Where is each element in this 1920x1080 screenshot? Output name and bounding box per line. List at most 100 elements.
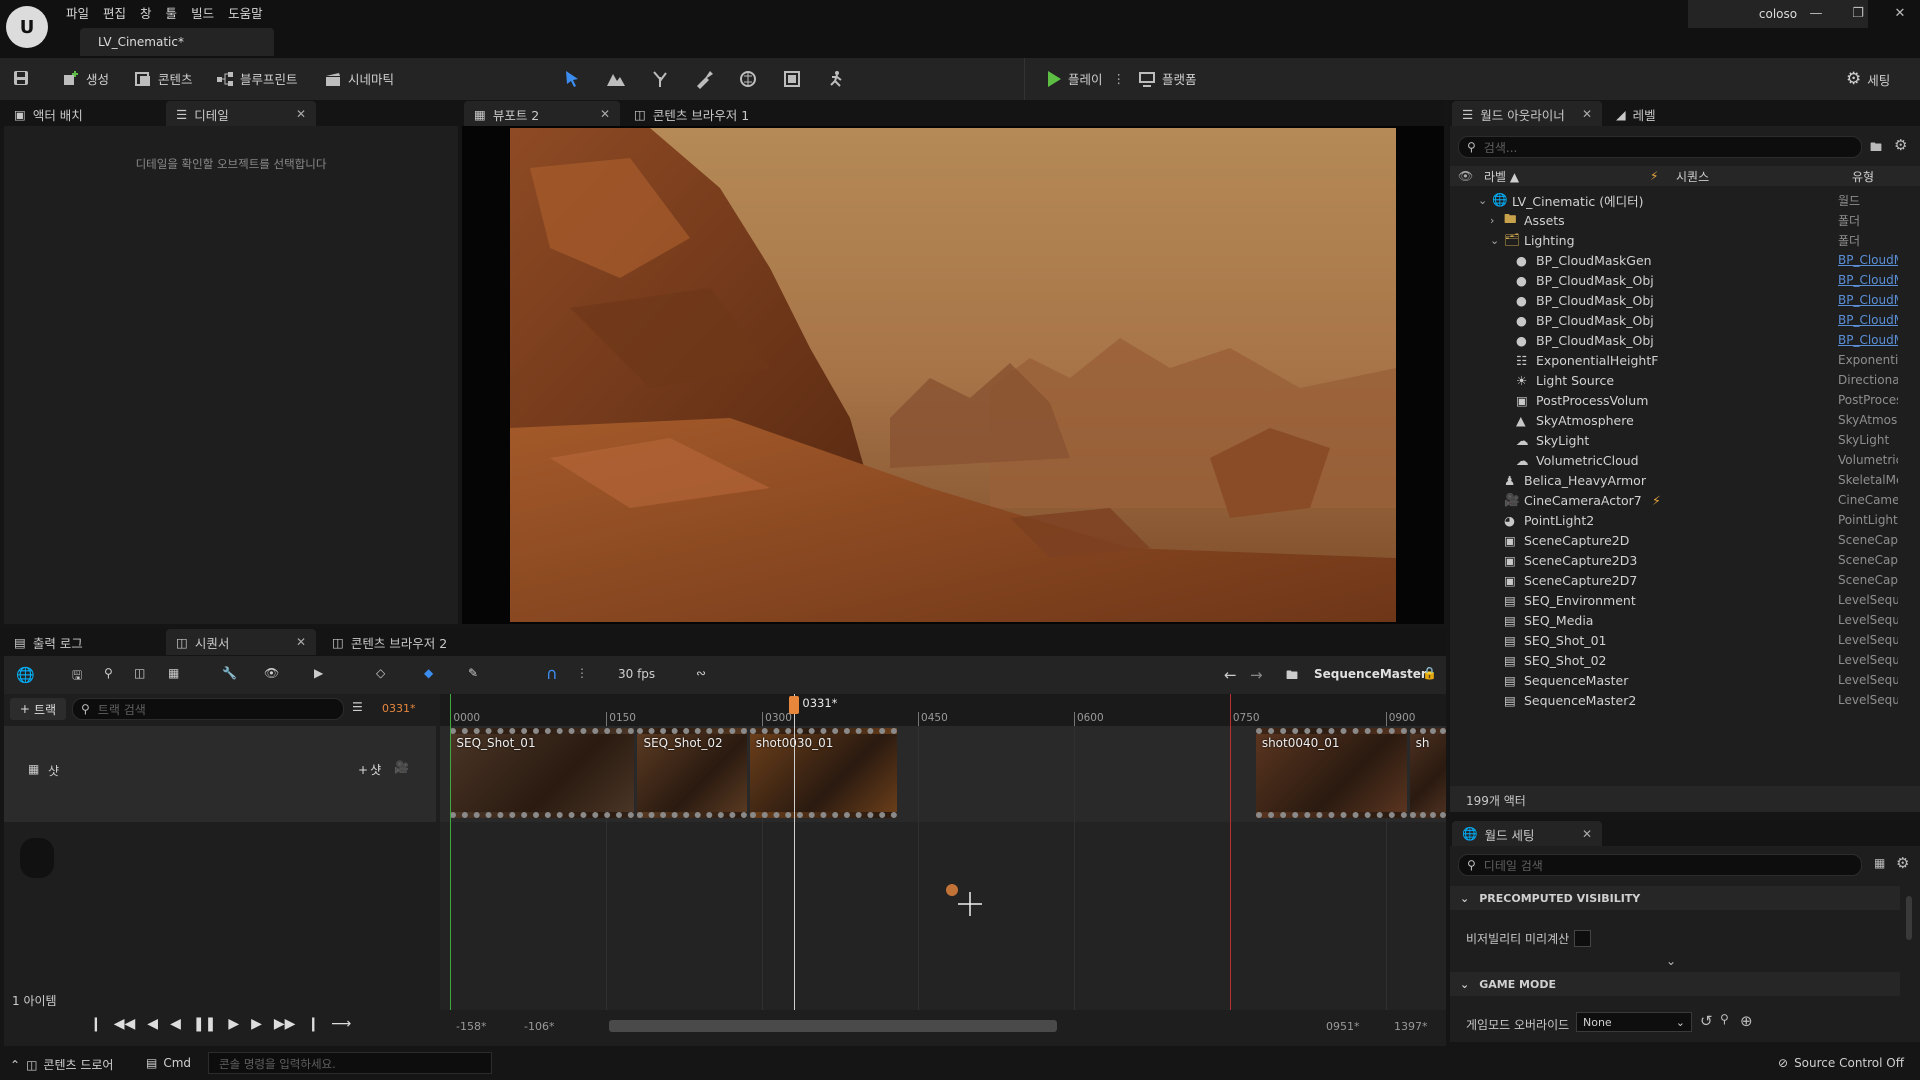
- tab-output-log[interactable]: ▤ 출력 로그: [4, 629, 164, 655]
- tab-place-actors[interactable]: ▣ 액터 배치: [4, 101, 164, 127]
- outliner-row[interactable]: ● BP_CloudMask_Obj BP_CloudM: [1450, 330, 1898, 350]
- outliner-row[interactable]: ▤ SEQ_Environment LevelSeque: [1450, 590, 1898, 610]
- forward-arrow-icon[interactable]: →: [1250, 666, 1263, 684]
- view-in-field[interactable]: -106*: [524, 1020, 554, 1033]
- outliner-row[interactable]: ◕ PointLight2 PointLight: [1450, 510, 1898, 530]
- level-document-tab[interactable]: LV_Cinematic*: [80, 28, 274, 56]
- outliner-row[interactable]: ☁ SkyLight SkyLight: [1450, 430, 1889, 450]
- animation-mode-icon[interactable]: [826, 69, 846, 89]
- wrench-icon[interactable]: 🔧: [222, 666, 242, 686]
- save-icon[interactable]: [12, 69, 30, 87]
- precompute-visibility-checkbox[interactable]: [1574, 930, 1591, 947]
- fracture-mode-icon[interactable]: [738, 69, 758, 89]
- playback-options-icon[interactable]: ▶: [314, 666, 334, 686]
- add-track-button[interactable]: + 트랙: [10, 698, 66, 720]
- cmd-button[interactable]: ▤ Cmd: [146, 1056, 191, 1070]
- col-type-header[interactable]: 유형: [1852, 168, 1874, 185]
- key-icon[interactable]: ◇: [376, 666, 396, 686]
- chevron-down-icon[interactable]: ⌄: [1478, 194, 1487, 207]
- outliner-item-type[interactable]: BP_CloudM: [1838, 253, 1898, 267]
- search-icon[interactable]: ⚲: [1720, 1012, 1729, 1026]
- menu-edit[interactable]: 편집: [103, 3, 140, 22]
- menu-file[interactable]: 파일: [66, 3, 103, 22]
- outliner-row[interactable]: ☁ VolumetricCloud Volumetric: [1450, 450, 1898, 470]
- user-name[interactable]: coloso: [1688, 0, 1868, 28]
- curve-editor-icon[interactable]: ∾: [696, 666, 716, 686]
- outliner-row[interactable]: ● BP_CloudMask_Obj BP_CloudM: [1450, 290, 1898, 310]
- end-range-marker[interactable]: [1229, 694, 1231, 1010]
- track-search-input[interactable]: ⚲ 트랙 검색: [72, 698, 344, 720]
- tab-levels[interactable]: ◢ 레벨: [1606, 101, 1686, 127]
- menu-tools[interactable]: 툴: [166, 3, 192, 22]
- browse-icon[interactable]: ↺: [1700, 1012, 1713, 1030]
- create-button[interactable]: 생성: [62, 69, 109, 88]
- outliner-row[interactable]: 🎥 CineCameraActor7 ⚡ CineCamer: [1450, 490, 1898, 510]
- outliner-item-type[interactable]: BP_CloudM: [1838, 293, 1898, 307]
- world-settings-scrollbar[interactable]: [1906, 896, 1912, 940]
- close-window-icon[interactable]: ✕: [1892, 6, 1908, 22]
- outliner-row[interactable]: ▤ SequenceMaster LevelSeque: [1450, 670, 1898, 690]
- unreal-logo[interactable]: U: [6, 6, 48, 48]
- outliner-row[interactable]: ● BP_CloudMask_Obj BP_CloudM: [1450, 270, 1898, 290]
- landscape-mode-icon[interactable]: [606, 69, 626, 89]
- game-mode-override-dropdown[interactable]: None ⌄: [1576, 1012, 1692, 1032]
- outliner-row[interactable]: ▣ SceneCapture2D3 SceneCapt: [1450, 550, 1898, 570]
- outliner-row[interactable]: ▲ SkyAtmosphere SkyAtmosp: [1450, 410, 1898, 430]
- shot-clip[interactable]: sh: [1409, 728, 1446, 818]
- platform-button[interactable]: 플랫폼: [1138, 69, 1197, 88]
- tab-content-browser-1[interactable]: ◫ 콘텐츠 브라우저 1: [624, 101, 804, 127]
- add-folder-icon[interactable]: 🖿: [1870, 138, 1882, 159]
- outliner-row[interactable]: ⌄ 🗂 Lighting 폴더: [1450, 230, 1860, 250]
- col-label-header[interactable]: 라벨 ▲: [1484, 168, 1519, 185]
- content-drawer-button[interactable]: ⌃ ◫ 콘텐츠 드로어: [10, 1056, 113, 1073]
- outliner-row[interactable]: ▣ SceneCapture2D SceneCapt: [1450, 530, 1898, 550]
- console-input[interactable]: 콘솔 명령을 입력하세요.: [208, 1052, 492, 1074]
- outliner-row[interactable]: ⌄ 🌐 LV_Cinematic (에디터) 월드: [1450, 190, 1860, 210]
- tab-content-browser-2[interactable]: ◫ 콘텐츠 브라우저 2: [322, 629, 502, 655]
- render-movie-icon[interactable]: ▦: [168, 666, 188, 686]
- play-options-icon[interactable]: ⋮: [1113, 71, 1126, 86]
- snap-options-icon[interactable]: ⋮: [576, 666, 588, 680]
- chevron-right-icon[interactable]: ›: [1490, 214, 1494, 227]
- outliner-row[interactable]: ▤ SEQ_Media LevelSeque: [1450, 610, 1898, 630]
- current-frame-field[interactable]: 0331*: [382, 702, 416, 715]
- next-key-icon[interactable]: ▶▶: [274, 1016, 296, 1032]
- outliner-row[interactable]: ▤ SEQ_Shot_02 LevelSeque: [1450, 650, 1898, 670]
- tab-viewport-2[interactable]: ▦ 뷰포트 2 ✕: [464, 101, 620, 127]
- section-game-mode[interactable]: ⌄ GAME MODE: [1450, 972, 1900, 996]
- col-sequence-header[interactable]: 시퀀스: [1676, 168, 1709, 185]
- timeline-area[interactable]: 0000 0150 0300 0450 0600 0750 0900 SEQ_Shot_01…: [440, 694, 1446, 1010]
- camera-icon[interactable]: ◫: [134, 666, 154, 686]
- outliner-row[interactable]: ▤ SEQ_Shot_01 LevelSeque: [1450, 630, 1898, 650]
- outliner-search-input[interactable]: ⚲ 검색...: [1458, 136, 1862, 158]
- cinematic-button[interactable]: 시네마틱: [324, 69, 394, 88]
- select-mode-icon[interactable]: [562, 69, 582, 89]
- fps-selector[interactable]: 30 fps: [618, 667, 655, 681]
- blueprint-button[interactable]: 블루프린트: [216, 69, 298, 88]
- details-settings-icon[interactable]: ⚙: [1896, 854, 1909, 872]
- playhead[interactable]: [794, 694, 796, 1010]
- start-range-marker[interactable]: [450, 694, 452, 1010]
- outliner-item-type[interactable]: BP_CloudM: [1838, 273, 1898, 287]
- add-shot-button[interactable]: + 샷: [358, 761, 381, 778]
- table-view-icon[interactable]: ▦: [1874, 856, 1885, 870]
- outliner-row[interactable]: ▤ SequenceMaster2 LevelSeque: [1450, 690, 1898, 710]
- jump-end-icon[interactable]: ❙: [307, 1016, 319, 1032]
- add-icon[interactable]: ⊕: [1740, 1012, 1753, 1030]
- restore-icon[interactable]: ❐: [1850, 6, 1866, 22]
- settings-button[interactable]: ⚙ 세팅: [1846, 69, 1890, 89]
- section-precomputed-visibility[interactable]: ⌄ PRECOMPUTED VISIBILITY: [1450, 886, 1900, 910]
- view-start-field[interactable]: -158*: [456, 1020, 486, 1033]
- shot-clip[interactable]: SEQ_Shot_01: [450, 728, 635, 818]
- view-end-field[interactable]: 1397*: [1394, 1020, 1428, 1033]
- brush-mode-icon[interactable]: [782, 69, 802, 89]
- outliner-row[interactable]: ▣ SceneCapture2D7 SceneCapt: [1450, 570, 1898, 590]
- play-button[interactable]: 플레이 ⋮: [1046, 69, 1125, 88]
- shot-track-row[interactable]: ▦ 샷 + 샷 🎥: [4, 726, 436, 822]
- outliner-settings-icon[interactable]: ⚙: [1894, 136, 1907, 154]
- filter-icon[interactable]: ☰: [352, 700, 363, 714]
- playhead-handle[interactable]: [789, 696, 800, 714]
- outliner-row[interactable]: ♟ Belica_HeavyArmor SkeletalMe: [1450, 470, 1898, 490]
- tab-details[interactable]: ☰ 디테일 ✕: [166, 101, 316, 127]
- close-tab-icon[interactable]: ✕: [296, 107, 306, 121]
